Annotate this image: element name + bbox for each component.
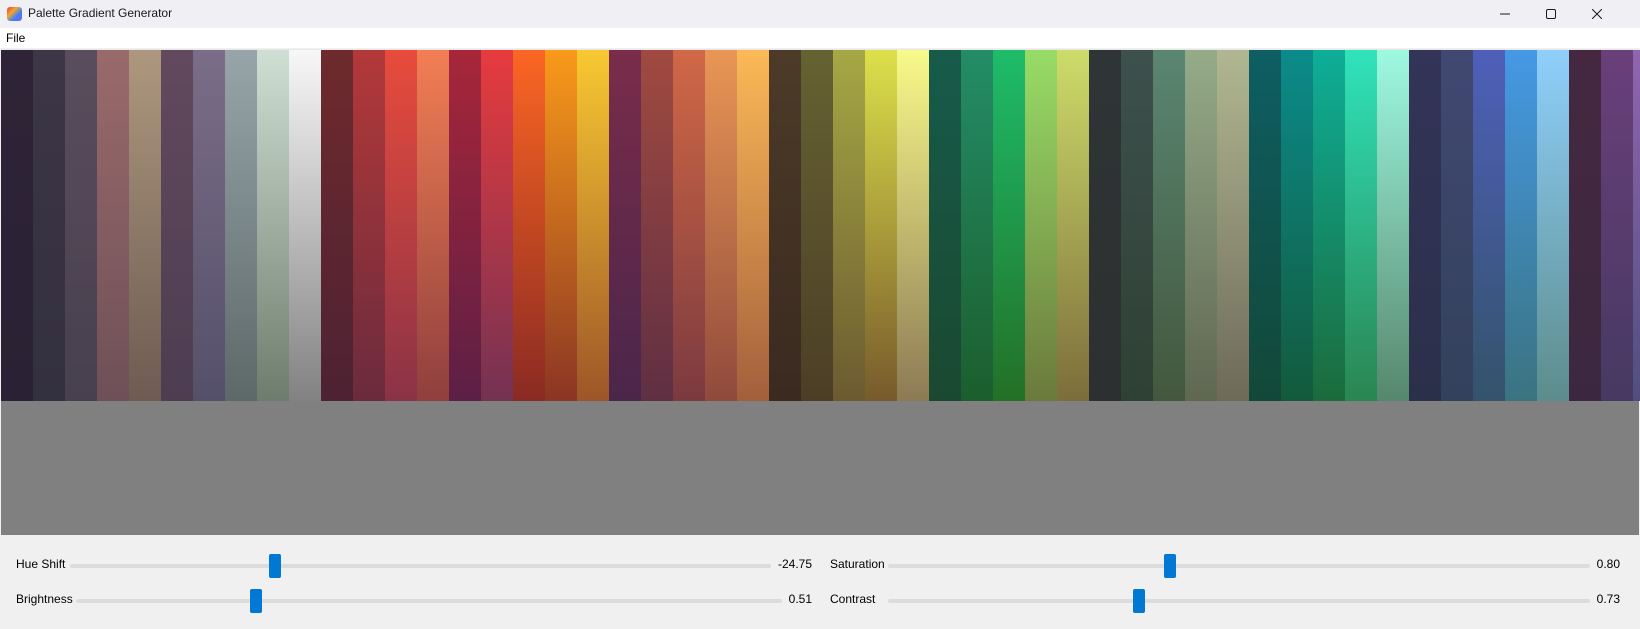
palette-swatch	[1473, 50, 1505, 401]
palette-canvas	[1, 49, 1640, 535]
palette-swatch	[545, 50, 577, 401]
palette-swatch	[65, 50, 97, 401]
palette-swatch	[673, 50, 705, 401]
palette-swatch	[513, 50, 545, 401]
palette-strip	[1, 50, 1640, 401]
palette-swatch	[1441, 50, 1473, 401]
saturation-value: 0.80	[1596, 557, 1620, 571]
palette-swatch	[1345, 50, 1377, 401]
minimize-button[interactable]	[1482, 0, 1528, 28]
palette-swatch	[1505, 50, 1537, 401]
palette-swatch	[33, 50, 65, 401]
saturation-slider[interactable]	[888, 554, 1590, 578]
palette-swatch	[1633, 50, 1640, 401]
palette-swatch	[225, 50, 257, 401]
contrast-slider[interactable]	[888, 589, 1590, 613]
palette-swatch	[1313, 50, 1345, 401]
palette-swatch	[321, 50, 353, 401]
palette-swatch	[1249, 50, 1281, 401]
palette-swatch	[385, 50, 417, 401]
contrast-thumb[interactable]	[1133, 589, 1146, 613]
title-bar: Palette Gradient Generator	[0, 0, 1640, 28]
palette-swatch	[481, 50, 513, 401]
app-icon	[7, 7, 22, 21]
palette-swatch	[865, 50, 897, 401]
maximize-icon	[1546, 9, 1556, 19]
maximize-button[interactable]	[1528, 0, 1574, 28]
saturation-label: Saturation	[830, 557, 885, 571]
palette-swatch	[353, 50, 385, 401]
palette-swatch	[801, 50, 833, 401]
palette-swatch	[97, 50, 129, 401]
palette-swatch	[705, 50, 737, 401]
palette-swatch	[577, 50, 609, 401]
palette-swatch	[129, 50, 161, 401]
palette-swatch	[961, 50, 993, 401]
palette-swatch	[929, 50, 961, 401]
contrast-value: 0.73	[1596, 592, 1620, 606]
saturation-thumb[interactable]	[1164, 554, 1177, 578]
palette-swatch	[417, 50, 449, 401]
hue-shift-label: Hue Shift	[16, 557, 66, 571]
controls-panel: Hue Shift -24.75 Saturation 0.80 Brightn…	[0, 535, 1640, 629]
brightness-label: Brightness	[16, 592, 73, 606]
minimize-icon	[1500, 9, 1510, 19]
palette-swatch	[289, 50, 321, 401]
palette-swatch	[1, 50, 33, 401]
palette-swatch	[1281, 50, 1313, 401]
palette-swatch	[1377, 50, 1409, 401]
menu-bar: File	[0, 28, 1640, 48]
close-button[interactable]	[1574, 0, 1620, 28]
hue-shift-thumb[interactable]	[269, 554, 282, 578]
palette-swatch	[833, 50, 865, 401]
hue-shift-slider[interactable]	[70, 554, 771, 578]
palette-swatch	[1025, 50, 1057, 401]
palette-swatch	[641, 50, 673, 401]
palette-swatch	[1089, 50, 1121, 401]
palette-swatch	[1185, 50, 1217, 401]
menu-file[interactable]: File	[6, 31, 25, 45]
palette-swatch	[1217, 50, 1249, 401]
brightness-value: 0.51	[788, 592, 812, 606]
palette-swatch	[1057, 50, 1089, 401]
palette-swatch	[193, 50, 225, 401]
palette-swatch	[1153, 50, 1185, 401]
contrast-label: Contrast	[830, 592, 876, 606]
palette-swatch	[1409, 50, 1441, 401]
brightness-slider[interactable]	[76, 589, 782, 613]
palette-swatch	[1569, 50, 1601, 401]
palette-swatch	[449, 50, 481, 401]
palette-swatch	[161, 50, 193, 401]
palette-swatch	[257, 50, 289, 401]
palette-swatch	[609, 50, 641, 401]
brightness-thumb[interactable]	[250, 589, 263, 613]
palette-swatch	[1537, 50, 1569, 401]
palette-swatch	[993, 50, 1025, 401]
palette-swatch	[1601, 50, 1633, 401]
palette-swatch	[769, 50, 801, 401]
palette-swatch	[737, 50, 769, 401]
close-icon	[1592, 9, 1602, 19]
palette-swatch	[897, 50, 929, 401]
palette-swatch	[1121, 50, 1153, 401]
hue-shift-value: -24.75	[777, 557, 812, 571]
window-title: Palette Gradient Generator	[28, 6, 173, 20]
